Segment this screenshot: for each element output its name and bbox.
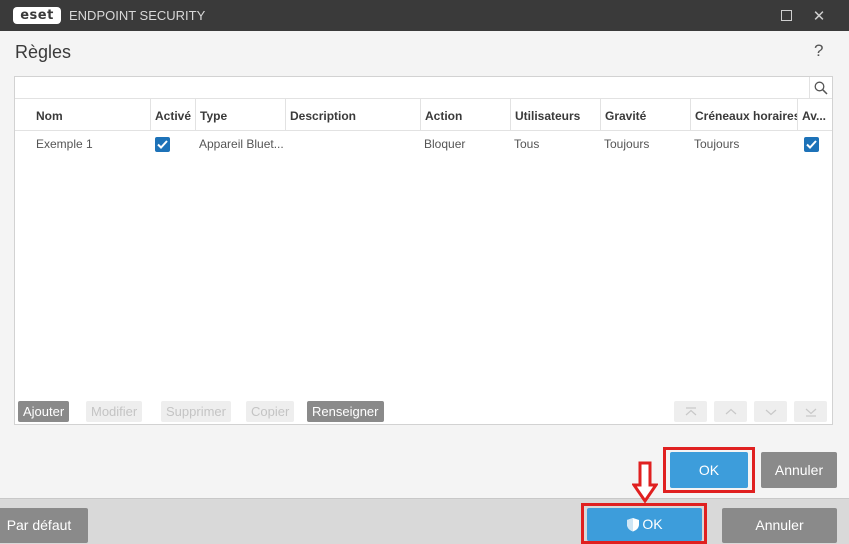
table-header: Nom Activé Type Description Action Utili… — [15, 99, 832, 131]
add-button[interactable]: Ajouter — [18, 401, 70, 422]
copy-button[interactable]: Copier — [246, 401, 295, 422]
fill-button[interactable]: Renseigner — [307, 401, 384, 422]
close-icon: ✕ — [812, 7, 826, 25]
column-header-gravite[interactable]: Gravité — [600, 99, 690, 131]
close-button[interactable]: ✕ — [802, 0, 836, 31]
dialog-title: Règles — [15, 42, 72, 62]
move-bottom-button[interactable] — [794, 401, 827, 422]
cell-type: Appareil Bluet... — [199, 137, 284, 151]
column-header-utilisateurs[interactable]: Utilisateurs — [510, 99, 600, 131]
move-bottom-icon — [805, 408, 816, 417]
cell-gravite: Toujours — [604, 137, 650, 151]
cell-utilisateurs: Tous — [514, 137, 540, 151]
edit-button[interactable]: Modifier — [86, 401, 143, 422]
cell-description — [285, 132, 420, 156]
cell-nom: Exemple 1 — [36, 137, 93, 151]
cell-creneaux: Toujours — [694, 137, 740, 151]
active-checkbox[interactable] — [155, 137, 170, 152]
column-header-description[interactable]: Description — [285, 99, 420, 131]
highlight-box-dialog-ok — [663, 447, 755, 493]
column-header-active[interactable]: Activé — [150, 99, 195, 131]
default-button[interactable]: Par défaut — [0, 508, 88, 543]
eset-logo: eset — [13, 7, 61, 24]
table-row[interactable]: Exemple 1 Appareil Bluet... Bloquer Tous… — [15, 132, 832, 156]
column-header-nom[interactable]: Nom — [15, 99, 150, 131]
column-header-creneaux[interactable]: Créneaux horaires — [690, 99, 797, 131]
maximize-icon — [780, 10, 792, 21]
cell-action: Bloquer — [424, 137, 466, 151]
move-down-button[interactable] — [754, 401, 787, 422]
notify-checkbox[interactable] — [804, 137, 819, 152]
highlight-box-footer-ok — [581, 503, 707, 544]
dialog-cancel-button[interactable]: Annuler — [761, 452, 837, 488]
move-top-icon — [685, 406, 696, 415]
filter-bar[interactable] — [15, 77, 832, 99]
footer-cancel-button[interactable]: Annuler — [722, 508, 837, 543]
down-arrow-icon — [632, 461, 658, 504]
rules-toolbar: Ajouter Modifier Supprimer Copier Rensei… — [15, 399, 832, 424]
delete-button[interactable]: Supprimer — [161, 401, 231, 422]
search-icon[interactable] — [809, 77, 832, 98]
move-up-button[interactable] — [714, 401, 747, 422]
move-down-icon — [765, 409, 776, 415]
help-icon[interactable]: ? — [814, 41, 823, 61]
column-header-action[interactable]: Action — [420, 99, 510, 131]
column-header-type[interactable]: Type — [195, 99, 285, 131]
rules-panel: Nom Activé Type Description Action Utili… — [14, 76, 833, 425]
move-up-icon — [725, 408, 736, 414]
move-top-button[interactable] — [674, 401, 707, 422]
column-header-avertir[interactable]: Av... — [797, 99, 832, 131]
app-title: ENDPOINT SECURITY — [69, 8, 206, 23]
title-bar: eset ENDPOINT SECURITY ✕ — [0, 0, 849, 31]
maximize-button[interactable] — [769, 0, 803, 31]
